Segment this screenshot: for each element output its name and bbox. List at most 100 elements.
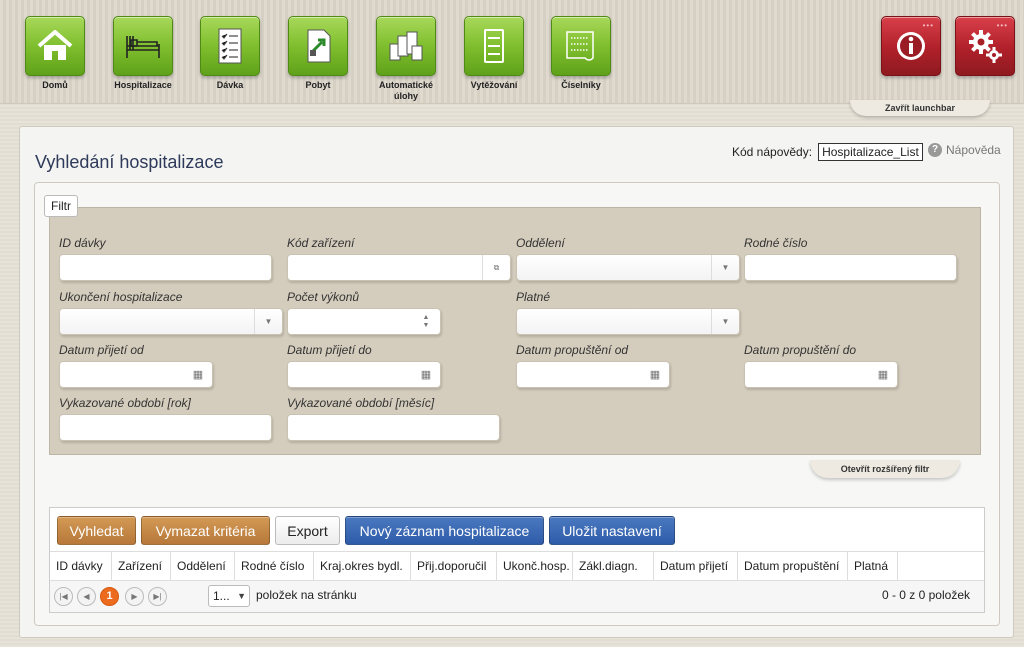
help-link-label: Nápověda — [946, 143, 1001, 157]
table-header: ID dávky Zařízení Oddělení Rodné číslo K… — [50, 552, 984, 581]
field-label: Datum přijetí od — [59, 343, 144, 357]
launchbar-label: Automatické úlohy — [378, 80, 433, 101]
field-label: Ukončení hospitalizace — [59, 290, 183, 304]
chevron-down-icon[interactable]: ▼ — [711, 309, 739, 334]
chevron-down-icon: ▼ — [237, 591, 246, 601]
launchbar-item-pobyt[interactable]: Pobyt — [286, 16, 350, 91]
field-label: Počet výkonů — [287, 290, 360, 304]
datum-propusteni-od-input[interactable]: ▦ — [516, 361, 670, 388]
settings-gears-icon — [969, 30, 1002, 63]
field-label: Datum propuštění od — [516, 343, 629, 357]
launchbar-item-automaticke-ulohy[interactable]: Automatické úlohy — [374, 16, 438, 102]
first-page-icon[interactable]: |◀ — [54, 587, 73, 606]
lookup-icon[interactable]: ⧉ — [482, 255, 510, 280]
pager-info: 0 - 0 z 0 položek — [881, 588, 970, 602]
column-header[interactable]: ID dávky — [50, 552, 112, 581]
save-settings-button[interactable]: Uložit nastavení — [549, 516, 675, 545]
launchbar: Domů Hospitalizace Dávka Pobyt Automatic… — [0, 0, 1024, 104]
obdobi-rok-input[interactable] — [59, 414, 272, 441]
column-header[interactable]: Kraj.okres bydl. — [314, 552, 411, 581]
field-label: Kód zařízení — [287, 236, 355, 250]
prev-page-icon[interactable]: ◀ — [77, 587, 96, 606]
field-label: Vykazované období [měsíc] — [287, 396, 435, 410]
pocet-vykonu-stepper[interactable]: ▲ ▼ — [287, 308, 441, 335]
column-header[interactable]: Datum přijetí — [654, 552, 738, 581]
datum-prijeti-od-input[interactable]: ▦ — [59, 361, 213, 388]
open-extended-filter-tab[interactable]: Otevřít rozšířený filtr — [810, 460, 960, 478]
menu-dots: ••• — [996, 21, 1008, 30]
field-label: Rodné číslo — [744, 236, 808, 250]
kod-zarizeni-input[interactable]: ⧉ — [287, 254, 511, 281]
chevron-down-icon[interactable]: ▼ — [711, 255, 739, 280]
launchbar-label: Hospitalizace — [114, 80, 172, 90]
clear-criteria-button[interactable]: Vymazat kritéria — [141, 516, 270, 545]
export-button[interactable]: Export — [275, 516, 340, 545]
help-link[interactable]: ? Nápověda — [928, 143, 1001, 157]
calendar-icon[interactable]: ▦ — [412, 362, 440, 387]
field-label: ID dávky — [59, 236, 106, 250]
stepper-arrows-icon[interactable]: ▲ ▼ — [412, 309, 440, 334]
launchbar-item-davka[interactable]: Dávka — [198, 16, 262, 91]
help-code-value: Hospitalizace_List — [818, 143, 923, 161]
stay-document-icon — [307, 29, 331, 63]
field-label: Platné — [516, 290, 551, 304]
grid-toolbar: Vyhledat Vymazat kritéria Export Nový zá… — [50, 508, 984, 552]
question-icon: ? — [928, 143, 942, 157]
pager: |◀ ◀ 1 ▶ ▶| 1... ▼ položek na stránku 0 … — [50, 581, 984, 612]
launchbar-item-info[interactable]: ••• — [879, 16, 943, 76]
launchbar-label: Pobyt — [305, 80, 331, 90]
column-header[interactable]: Přij.doporučil — [411, 552, 497, 581]
last-page-icon[interactable]: ▶| — [148, 587, 167, 606]
close-launchbar-tab[interactable]: Zavřít launchbar — [850, 100, 990, 116]
platne-select[interactable]: ▼ — [516, 308, 740, 335]
new-record-button[interactable]: Nový záznam hospitalizace — [345, 516, 544, 545]
id-davky-input[interactable] — [59, 254, 272, 281]
calendar-icon[interactable]: ▦ — [641, 362, 669, 387]
launchbar-item-settings[interactable]: ••• — [953, 16, 1017, 76]
datum-propusteni-do-input[interactable]: ▦ — [744, 361, 898, 388]
results-grid: Vyhledat Vymazat kritéria Export Nový zá… — [49, 507, 985, 613]
next-page-icon[interactable]: ▶ — [125, 587, 144, 606]
launchbar-label: Domů — [42, 80, 68, 90]
column-header[interactable]: Rodné číslo — [235, 552, 314, 581]
codebook-icon — [566, 31, 594, 61]
filter-area: ID dávky Kód zařízení ⧉ Oddělení ▼ Rodné… — [49, 207, 981, 455]
column-header[interactable]: Datum propuštění — [738, 552, 848, 581]
column-header[interactable]: Zákl.diagn. — [573, 552, 654, 581]
launchbar-item-vytezovani[interactable]: Vytěžování — [462, 16, 526, 91]
hospital-bed-icon — [126, 36, 160, 58]
current-page-button[interactable]: 1 — [100, 587, 119, 606]
extraction-icon — [484, 29, 504, 63]
launchbar-item-ciselniky[interactable]: Číselníky — [549, 16, 613, 91]
calendar-icon[interactable]: ▦ — [869, 362, 897, 387]
main-panel: Vyhledání hospitalizace Kód nápovědy: Ho… — [19, 126, 1014, 638]
calendar-icon[interactable]: ▦ — [184, 362, 212, 387]
field-label: Vykazované období [rok] — [59, 396, 191, 410]
oddeleni-select[interactable]: ▼ — [516, 254, 740, 281]
launchbar-item-home[interactable]: Domů — [23, 16, 87, 91]
field-label: Datum přijetí do — [287, 343, 372, 357]
info-icon — [897, 32, 925, 60]
ukonceni-select[interactable]: ▼ — [59, 308, 283, 335]
search-button[interactable]: Vyhledat — [57, 516, 136, 545]
page-size-value: 1... — [213, 589, 230, 603]
launchbar-item-hospitalizace[interactable]: Hospitalizace — [111, 16, 175, 91]
column-header[interactable]: Ukonč.hosp. — [497, 552, 573, 581]
obdobi-mesic-input[interactable] — [287, 414, 500, 441]
per-page-label: položek na stránku — [256, 588, 357, 602]
page-size-select[interactable]: 1... ▼ — [208, 585, 250, 607]
rodne-cislo-input[interactable] — [744, 254, 957, 281]
column-header[interactable]: Oddělení — [171, 552, 235, 581]
datum-prijeti-do-input[interactable]: ▦ — [287, 361, 441, 388]
launchbar-label: Dávka — [216, 80, 244, 90]
launchbar-label: Číselníky — [561, 80, 601, 90]
filter-legend[interactable]: Filtr — [44, 195, 78, 217]
home-icon — [37, 30, 73, 60]
field-label: Datum propuštění do — [744, 343, 857, 357]
column-header[interactable]: Platná — [848, 552, 898, 581]
chevron-down-icon[interactable]: ▼ — [254, 309, 282, 334]
page-title: Vyhledání hospitalizace — [35, 152, 224, 172]
column-header[interactable]: Zařízení — [112, 552, 171, 581]
field-label: Oddělení — [516, 236, 565, 250]
automatic-tasks-icon — [389, 31, 423, 61]
